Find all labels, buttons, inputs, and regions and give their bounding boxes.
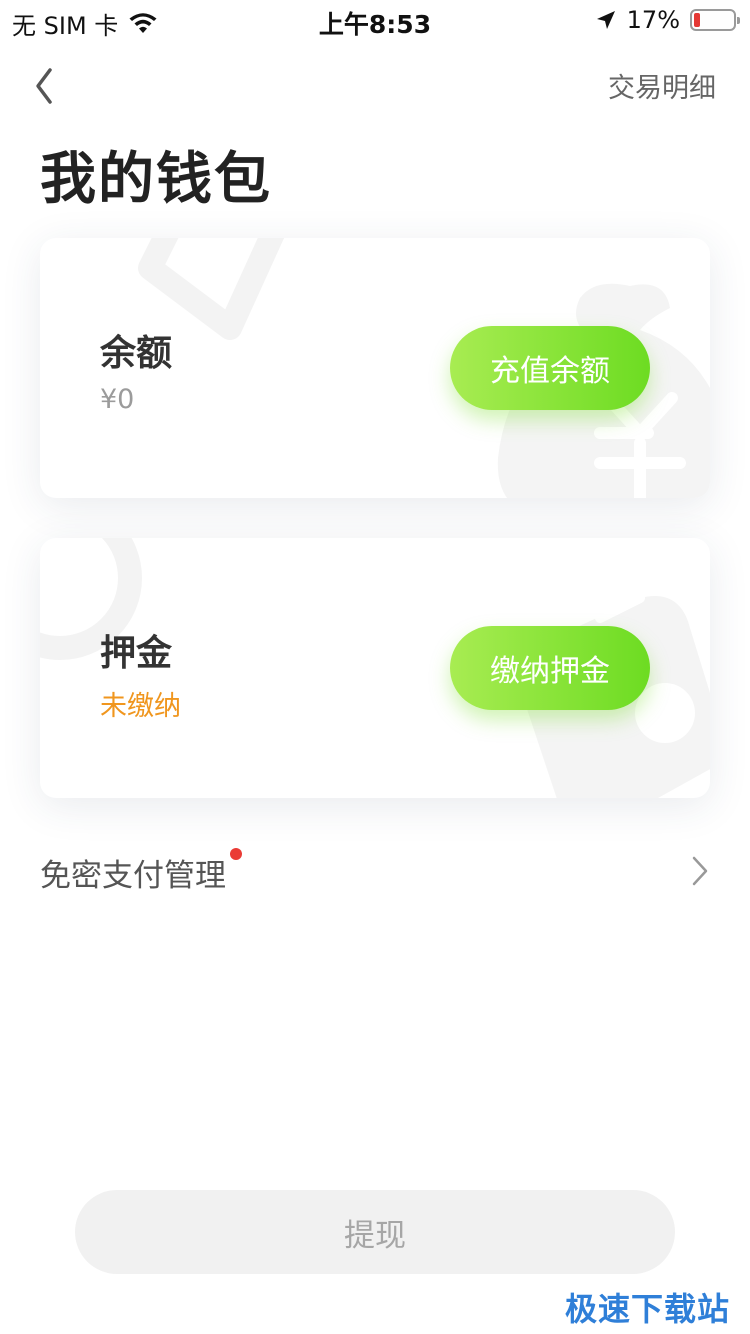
status-right: 17% [595, 6, 740, 34]
battery-percent: 17% [626, 6, 680, 34]
location-arrow-icon [596, 11, 615, 29]
battery-level [694, 13, 700, 27]
deposit-status: 未缴纳 [100, 691, 181, 722]
balance-card: 余额 ¥0 充值余额 [40, 238, 710, 498]
recharge-balance-button[interactable]: 充值余额 [450, 326, 650, 410]
page-title: 我的钱包 [40, 147, 272, 212]
wallet-page: 无 SIM 卡 上午8:53 17% 交易明细 我的钱包 余额 ¥0 充值余额 … [0, 0, 750, 1334]
password-free-payment-label: 免密支付管理 [40, 858, 226, 894]
notification-dot [230, 848, 242, 860]
battery-icon [690, 9, 740, 31]
site-watermark: 极速下载站 [564, 1290, 730, 1328]
status-bar: 无 SIM 卡 上午8:53 17% [0, 0, 750, 40]
deposit-title: 押金 [100, 633, 173, 674]
pay-deposit-button[interactable]: 缴纳押金 [450, 626, 650, 710]
chevron-right-icon [692, 856, 708, 886]
deposit-card: 押金 未缴纳 缴纳押金 [40, 538, 710, 798]
transaction-details-link[interactable]: 交易明细 [608, 66, 716, 105]
balance-title: 余额 [100, 333, 173, 374]
back-button[interactable] [30, 62, 74, 110]
balance-value: ¥0 [100, 384, 135, 415]
withdraw-button[interactable]: 提现 [75, 1190, 675, 1274]
password-free-payment-row[interactable]: 免密支付管理 [40, 836, 710, 906]
chevron-left-icon [36, 68, 52, 104]
